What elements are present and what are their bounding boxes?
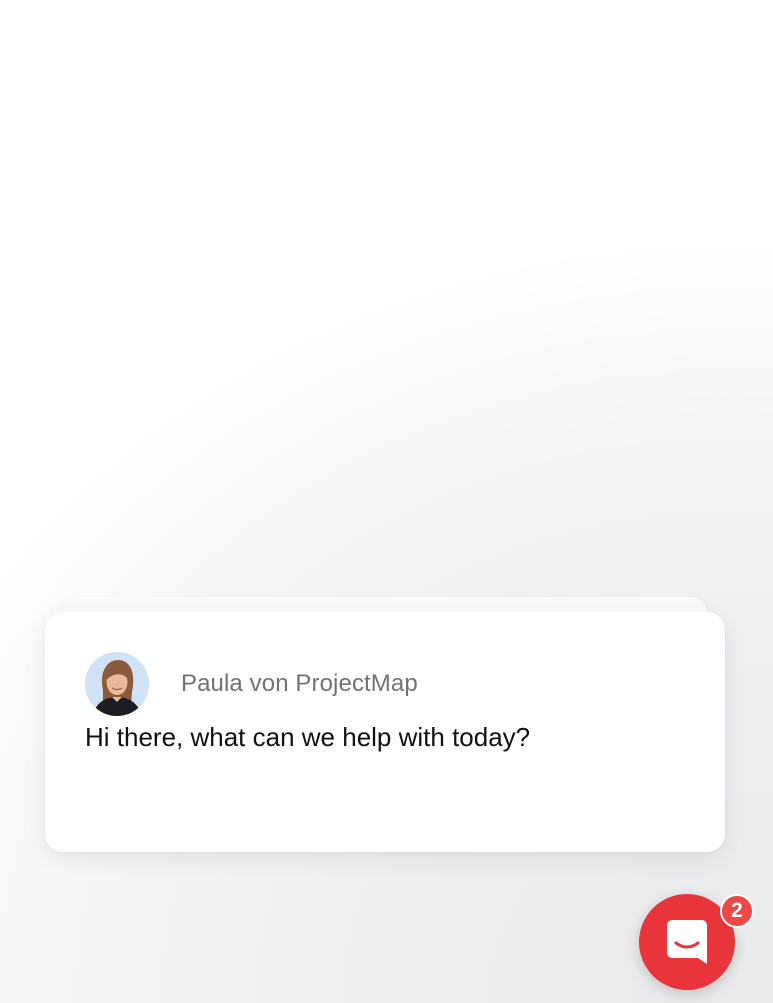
- sender-name: Paula von ProjectMap: [181, 670, 418, 697]
- avatar: [85, 652, 149, 716]
- chat-bubble-icon: [667, 920, 707, 964]
- chat-notification-card[interactable]: Paula von ProjectMap Hi there, what can …: [45, 612, 725, 852]
- message-preview: Hi there, what can we help with today?: [85, 722, 531, 752]
- unread-count-badge: 2: [720, 894, 754, 928]
- page-background: [0, 0, 773, 1003]
- avatar-portrait: [85, 652, 149, 716]
